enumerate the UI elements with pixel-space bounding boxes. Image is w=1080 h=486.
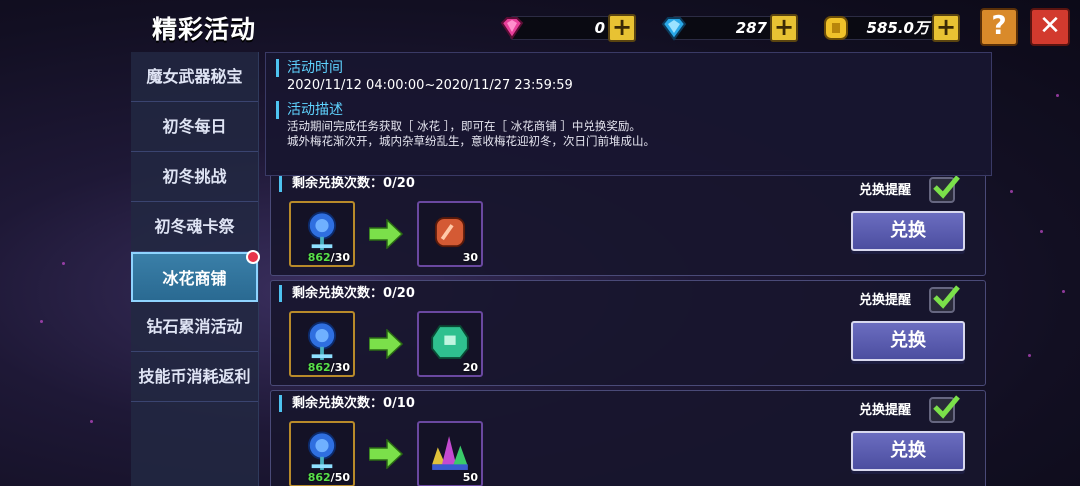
event-time-heading: 活动时间 [276, 59, 981, 77]
checkmark-icon [933, 395, 960, 419]
event-description-heading: 活动描述 [276, 101, 981, 119]
event-description-line-2: 城外梅花渐次开，城内杂草纷乱生，意收梅花迎初冬，次日门前堆成山。 [287, 134, 655, 148]
reward-item-slot[interactable]: 30 [417, 201, 483, 267]
page-title: 精彩活动 [152, 15, 257, 44]
cost-item-slot[interactable]: 862/50 [289, 421, 355, 486]
event-sidebar: 魔女武器秘宝 初冬每日 初冬挑战 初冬魂卡祭 冰花商铺 钻石累消活动 技能币消耗… [131, 52, 260, 486]
exchange-reminder-label: 兑换提醒 [859, 293, 912, 308]
exchange-reminder-label: 兑换提醒 [859, 183, 912, 198]
reward-count: 30 [462, 251, 478, 264]
sidebar-item-ice-flower-shop[interactable]: 冰花商铺 [131, 250, 260, 302]
event-info-panel: 活动时间 2020/11/12 04:00:00~2020/11/27 23:5… [265, 52, 992, 176]
exchange-reminder-checkbox[interactable] [929, 395, 960, 423]
diamond-amount: 287 [672, 16, 784, 40]
sidebar-item-soul-card-festival[interactable]: 初冬魂卡祭 [131, 202, 258, 252]
cost-count: 862/30 [307, 361, 350, 374]
add-pink-gem-button[interactable]: + [608, 14, 636, 42]
sidebar-item-diamond-spending[interactable]: 钻石累消活动 [131, 302, 258, 352]
reward-item-slot[interactable]: 50 [417, 421, 483, 486]
gold-currency: 585.0万 + [822, 12, 962, 44]
event-time-value: 2020/11/12 04:00:00~2020/11/27 23:59:59 [287, 78, 573, 93]
remaining-exchanges: 剩余兑换次数：0/10 [279, 395, 415, 412]
reward-item-slot[interactable]: 20 [417, 311, 483, 377]
pink-gem-icon [500, 17, 524, 40]
exchange-reminder-checkbox[interactable] [929, 285, 960, 313]
add-diamond-button[interactable]: + [770, 14, 798, 42]
arrow-right-icon [369, 329, 403, 359]
exchange-button[interactable]: 兑换 [851, 321, 965, 361]
sidebar-item-early-winter-challenge[interactable]: 初冬挑战 [131, 152, 258, 202]
remaining-exchanges: 剩余兑换次数：0/20 [279, 175, 415, 192]
diamond-currency: 287 + [660, 12, 800, 44]
reward-count: 20 [462, 361, 478, 374]
arrow-right-icon [369, 219, 403, 249]
sidebar-item-skill-coin-rebate[interactable]: 技能币消耗返利 [131, 352, 258, 402]
blue-diamond-icon [661, 17, 687, 41]
arrow-right-icon [369, 439, 403, 469]
exchange-row: 剩余兑换次数：0/20 862/30 30 兑换提醒 兑换 [270, 170, 986, 276]
cost-count: 862/30 [307, 251, 350, 264]
reward-count: 50 [462, 471, 478, 484]
exchange-row: 剩余兑换次数：0/20 862/30 20 兑换提醒 兑换 [270, 280, 986, 386]
sidebar-item-early-winter-daily[interactable]: 初冬每日 [131, 102, 258, 152]
cost-item-slot[interactable]: 862/30 [289, 311, 355, 377]
gold-amount: 585.0万 [834, 16, 946, 40]
sidebar-item-label: 冰花商铺 [162, 269, 227, 288]
close-button[interactable]: ✕ [1030, 8, 1070, 46]
cost-item-slot[interactable]: 862/30 [289, 201, 355, 267]
exchange-button[interactable]: 兑换 [851, 211, 965, 251]
gold-coin-icon [824, 16, 848, 40]
add-gold-button[interactable]: + [932, 14, 960, 42]
checkmark-icon [933, 285, 960, 309]
event-description-line-1: 活动期间完成任务获取［ 冰花 ］，即可在［ 冰花商铺 ］中兑换奖励。 [287, 119, 641, 133]
help-button[interactable]: ? [980, 8, 1018, 46]
pink-gem-currency: 0 + [498, 12, 638, 44]
exchange-button[interactable]: 兑换 [851, 431, 965, 471]
pink-gem-amount: 0 [510, 16, 622, 40]
remaining-exchanges: 剩余兑换次数：0/20 [279, 285, 415, 302]
notification-badge [246, 250, 260, 264]
sidebar-item-witch-weapon-treasure[interactable]: 魔女武器秘宝 [131, 52, 258, 102]
cost-count: 862/50 [307, 471, 350, 484]
exchange-reminder-checkbox[interactable] [929, 175, 960, 203]
exchange-row: 剩余兑换次数：0/10 862/50 50 兑换提醒 兑换 [270, 390, 986, 486]
exchange-reminder-label: 兑换提醒 [859, 403, 912, 418]
